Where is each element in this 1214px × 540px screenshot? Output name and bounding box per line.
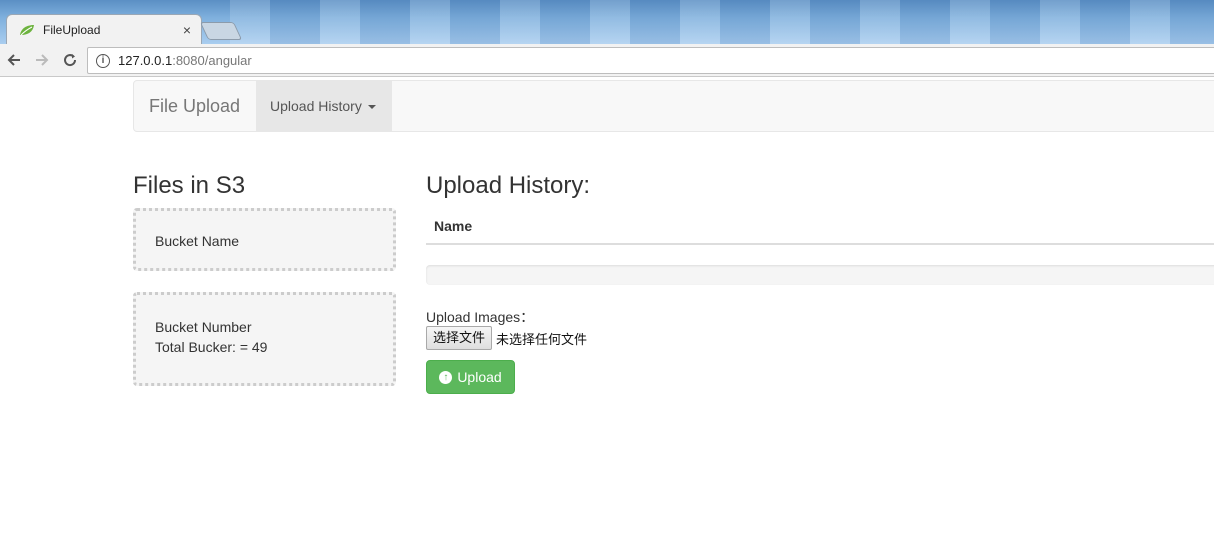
navbar: File Upload Upload History xyxy=(133,80,1214,132)
circle-arrow-up-icon: ↑ xyxy=(439,370,453,384)
total-bucket-text: Total Bucker: = 49 xyxy=(155,339,268,355)
browser-toolbar: i 127.0.0.1 :8080/angular xyxy=(0,44,1214,77)
bucket-number-label: Bucket Number xyxy=(155,319,252,335)
caret-down-icon xyxy=(367,105,376,110)
browser-tab[interactable]: FileUpload × xyxy=(6,14,202,44)
background-windows xyxy=(230,0,1214,44)
choose-file-button[interactable]: 选择文件 xyxy=(426,326,493,350)
dropdown-label: Upload History xyxy=(270,98,362,114)
bucket-name-panel: Bucket Name xyxy=(133,208,396,271)
bucket-number-panel: Bucket Number Total Bucker: = 49 xyxy=(133,292,396,386)
file-status-text: 未选择任何文件 xyxy=(496,331,588,347)
tab-title: FileUpload xyxy=(43,22,101,37)
table-header-name: Name xyxy=(426,210,1214,245)
progress-bar xyxy=(426,265,1214,285)
info-icon[interactable]: i xyxy=(96,53,110,68)
url-path: :8080/angular xyxy=(172,53,252,68)
upload-button[interactable]: ↑ Upload xyxy=(426,360,515,394)
upload-button-label: Upload xyxy=(457,369,502,385)
navbar-brand[interactable]: File Upload xyxy=(149,81,240,131)
address-bar[interactable]: i 127.0.0.1 :8080/angular xyxy=(87,47,1214,74)
browser-tab-strip: FileUpload × xyxy=(0,0,1214,44)
files-heading: Files in S3 xyxy=(133,172,246,199)
back-arrow-icon[interactable] xyxy=(0,46,28,74)
page-content: File Upload Upload History Files in S3 B… xyxy=(0,78,1214,540)
forward-arrow-icon[interactable] xyxy=(28,46,56,74)
url-host: 127.0.0.1 xyxy=(118,53,173,68)
bucket-name-label: Bucket Name xyxy=(155,233,240,249)
upload-history-heading: Upload History: xyxy=(426,172,591,199)
reload-icon[interactable] xyxy=(56,46,84,74)
tab-close-icon[interactable]: × xyxy=(183,23,191,37)
file-input: 选择文件 未选择任何文件 xyxy=(426,326,587,350)
upload-history-dropdown[interactable]: Upload History xyxy=(256,81,392,131)
upload-images-label: Upload Images： xyxy=(426,309,535,325)
leaf-icon xyxy=(20,24,34,35)
